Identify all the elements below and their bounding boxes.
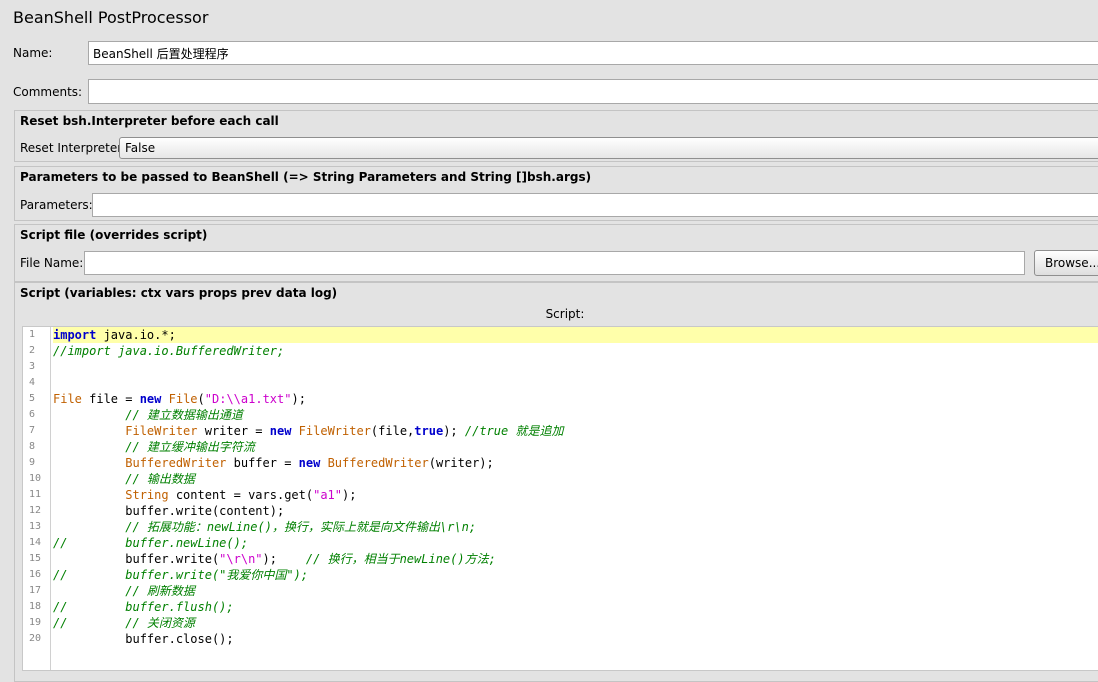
line-number: 13 [29,521,42,532]
code-line[interactable]: // 拓展功能：newLine()，换行，实际上就是向文件输出\r\n; [53,519,1098,535]
reset-interpreter-value: False [125,141,156,155]
reset-interpreter-select[interactable]: False [119,137,1098,159]
script-file-section-title: Script file (overrides script) [20,228,208,242]
code-line[interactable]: File file = new File("D:\\a1.txt"); [53,391,1098,407]
line-number: 1 [29,329,36,340]
line-number: 2 [29,345,36,356]
line-number: 16 [29,569,42,580]
code-line[interactable]: // buffer.flush(); [53,599,1098,615]
line-number: 15 [29,553,42,564]
code-line[interactable]: buffer.close(); [53,631,1098,647]
line-number: 17 [29,585,42,596]
window-title: BeanShell PostProcessor [13,8,209,27]
code-line[interactable]: // buffer.write("我爱你中国"); [53,567,1098,583]
code-line[interactable] [53,375,1098,391]
file-name-label: File Name: [20,256,84,270]
code-line[interactable]: //import java.io.BufferedWriter; [53,343,1098,359]
line-number: 6 [29,409,36,420]
reset-interpreter-label: Reset Interpreter: [20,141,127,155]
code-area[interactable]: import java.io.*;//import java.io.Buffer… [53,327,1098,647]
name-label: Name: [13,46,53,60]
code-line[interactable]: buffer.write(content); [53,503,1098,519]
code-line[interactable]: // 建立数据输出通道 [53,407,1098,423]
line-number: 9 [29,457,36,468]
code-line[interactable] [53,359,1098,375]
line-number: 7 [29,425,36,436]
comments-label: Comments: [13,85,83,99]
parameters-field[interactable] [92,193,1098,217]
line-number: 4 [29,377,36,388]
line-number: 5 [29,393,36,404]
name-field[interactable]: BeanShell 后置处理程序 [88,41,1098,65]
code-line[interactable]: FileWriter writer = new FileWriter(file,… [53,423,1098,439]
script-caption: Script: [545,307,585,321]
browse-button[interactable]: Browse... [1034,250,1098,276]
file-name-field[interactable] [84,251,1025,275]
line-number: 10 [29,473,42,484]
line-number: 20 [29,633,42,644]
line-number: 19 [29,617,42,628]
line-number: 12 [29,505,42,516]
code-line[interactable]: buffer.write("\r\n"); // 换行，相当于newLine()… [53,551,1098,567]
code-line[interactable]: // 建立缓冲输出字符流 [53,439,1098,455]
line-number: 3 [29,361,36,372]
code-line[interactable]: // 刷新数据 [53,583,1098,599]
parameters-section-title: Parameters to be passed to BeanShell (=>… [20,170,592,184]
parameters-label: Parameters: [20,198,93,212]
line-number: 8 [29,441,36,452]
code-line[interactable]: import java.io.*; [53,327,1098,343]
code-line[interactable]: // // 关闭资源 [53,615,1098,631]
line-number-gutter: 1 2 3 4 5 6 7 8 9 10 11 12 13 14 15 16 17 18 19 20 [23,327,51,670]
line-number: 11 [29,489,42,500]
code-line[interactable]: String content = vars.get("a1"); [53,487,1098,503]
comments-field[interactable] [88,79,1098,104]
code-line[interactable]: // 输出数据 [53,471,1098,487]
script-editor[interactable]: 1 2 3 4 5 6 7 8 9 10 11 12 13 14 15 16 17 18 19 20 import j… [22,326,1098,671]
code-line[interactable]: // buffer.newLine(); [53,535,1098,551]
script-section-title: Script (variables: ctx vars props prev d… [20,286,338,300]
line-number: 18 [29,601,42,612]
reset-section-title: Reset bsh.Interpreter before each call [20,114,279,128]
line-number: 14 [29,537,42,548]
code-line[interactable]: BufferedWriter buffer = new BufferedWrit… [53,455,1098,471]
